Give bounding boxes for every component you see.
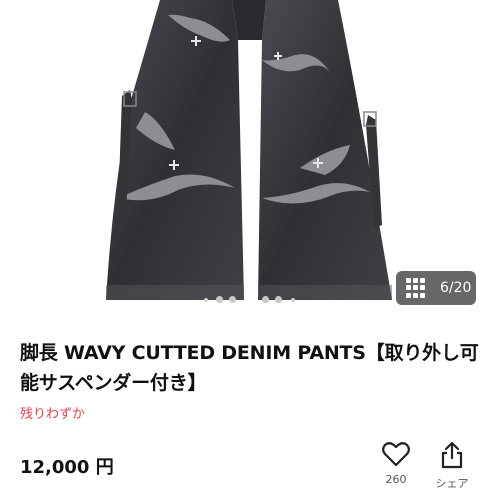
- page-dot: [291, 298, 295, 302]
- heart-icon: [382, 442, 410, 467]
- page-dot: [216, 296, 223, 303]
- like-button[interactable]: 260: [376, 441, 416, 486]
- image-counter-text: 6/20: [440, 280, 472, 296]
- product-image-gallery[interactable]: 6/20: [0, 0, 500, 318]
- page-dot-active: [262, 296, 269, 303]
- page-indicator: [0, 296, 500, 304]
- share-button[interactable]: シェア: [432, 441, 472, 491]
- product-title: 脚長 WAVY CUTTED DENIM PANTS【取り外し可能サスペンダー付…: [20, 342, 479, 394]
- page-dot: [275, 296, 282, 303]
- like-count: 260: [385, 473, 407, 486]
- share-label: シェア: [435, 477, 469, 490]
- product-price: 12,000 円: [20, 457, 114, 478]
- stock-status: 残りわずか: [20, 407, 86, 422]
- page-dot: [229, 296, 236, 303]
- page-dot: [204, 298, 208, 302]
- share-icon: [441, 441, 463, 469]
- grid-icon: [406, 278, 426, 298]
